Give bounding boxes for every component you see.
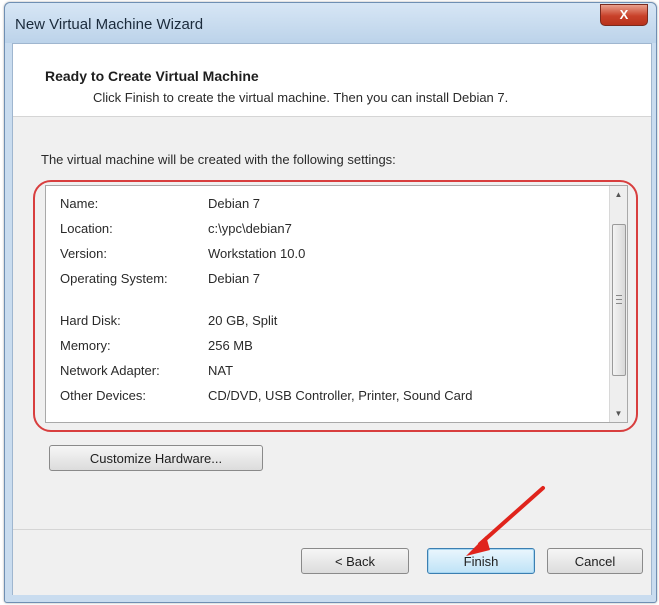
wizard-client-area: Ready to Create Virtual Machine Click Fi… <box>12 43 652 595</box>
scroll-down-arrow-icon[interactable]: ▼ <box>610 405 627 422</box>
customize-hardware-button[interactable]: Customize Hardware... <box>49 445 263 471</box>
page-title: Ready to Create Virtual Machine <box>45 68 259 84</box>
cancel-button[interactable]: Cancel <box>547 548 643 574</box>
wizard-body: The virtual machine will be created with… <box>13 117 651 529</box>
setting-label: Location: <box>60 221 113 236</box>
setting-label: Version: <box>60 246 107 261</box>
setting-value: 256 MB <box>208 338 253 353</box>
setting-label: Network Adapter: <box>60 363 160 378</box>
vertical-scrollbar[interactable]: ▲ ▼ <box>609 186 627 422</box>
setting-value: Debian 7 <box>208 196 261 211</box>
wizard-window: New Virtual Machine Wizard X Ready to Cr… <box>4 2 657 603</box>
wizard-header: Ready to Create Virtual Machine Click Fi… <box>13 44 651 117</box>
setting-value: NAT <box>208 363 234 378</box>
setting-label: Name: <box>60 196 99 211</box>
setting-label: Hard Disk: <box>60 313 121 328</box>
close-button[interactable]: X <box>600 4 648 26</box>
back-button[interactable]: < Back <box>301 548 409 574</box>
setting-value: Workstation 10.0 <box>208 246 306 261</box>
setting-value: Debian 7 <box>208 271 261 286</box>
page-description: Click Finish to create the virtual machi… <box>93 90 509 105</box>
settings-summary-list[interactable]: Name: Debian 7 Location: c:\ypc\debian7 … <box>45 185 628 423</box>
finish-button[interactable]: Finish <box>427 548 535 574</box>
wizard-footer: < Back Finish Cancel <box>13 529 651 595</box>
title-bar: New Virtual Machine Wizard X <box>5 3 656 43</box>
setting-label: Other Devices: <box>60 388 146 403</box>
grip-icon <box>616 295 622 304</box>
settings-intro: The virtual machine will be created with… <box>41 152 396 167</box>
scroll-up-arrow-icon[interactable]: ▲ <box>610 186 627 203</box>
window-title: New Virtual Machine Wizard <box>15 16 204 33</box>
setting-label: Memory: <box>60 338 111 353</box>
setting-value: 20 GB, Split <box>208 313 278 328</box>
setting-label: Operating System: <box>60 271 168 286</box>
scroll-thumb[interactable] <box>612 224 626 376</box>
setting-value: CD/DVD, USB Controller, Printer, Sound C… <box>208 388 473 403</box>
setting-value: c:\ypc\debian7 <box>208 221 292 236</box>
